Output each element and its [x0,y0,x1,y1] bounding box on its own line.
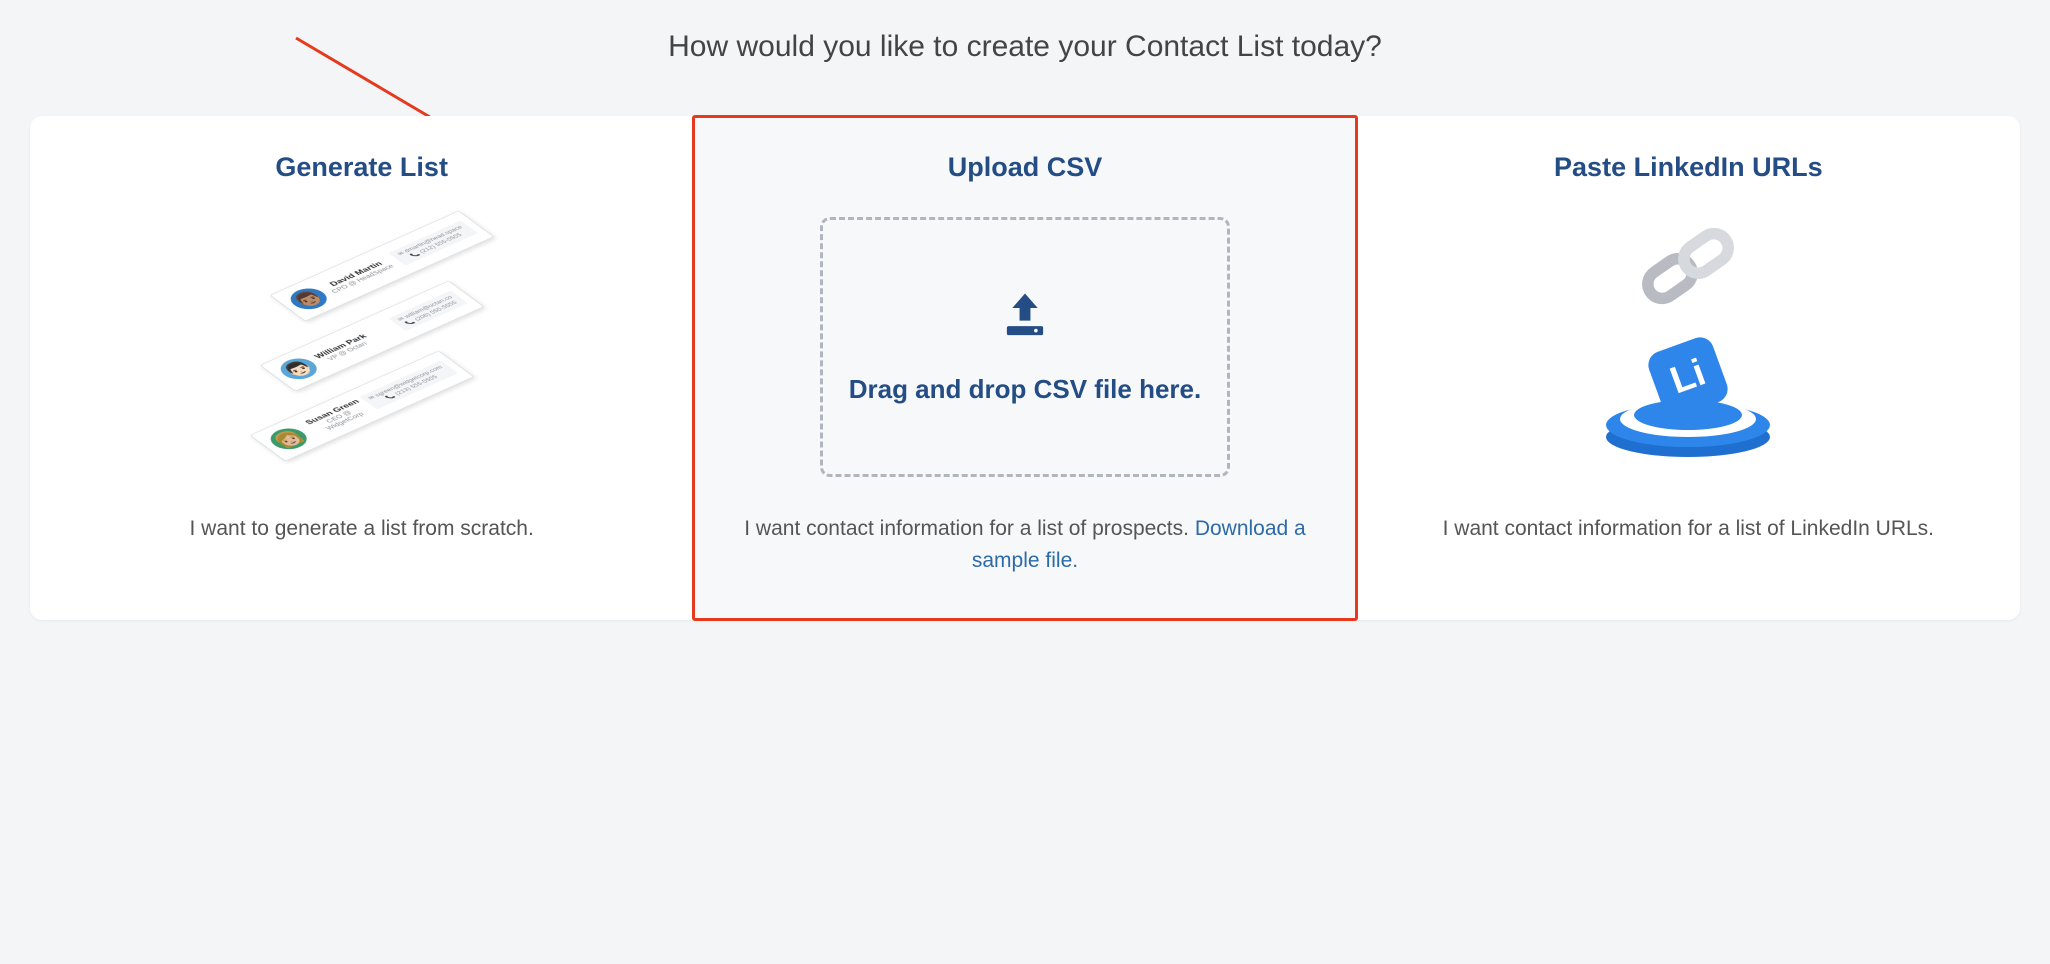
option-generate-description: I want to generate a list from scratch. [64,513,659,545]
contact-details: sgreen@widgetcorp.com (213) 555-5555 [359,361,457,410]
avatar-icon: 👩🏼 [263,424,314,453]
contact-details: dmartin@head.space (212) 555-5555 [388,221,477,266]
linkedin-badge-icon: Li [1597,329,1779,459]
csv-dropzone[interactable]: Drag and drop CSV file here. [820,217,1230,477]
upload-desc-text: I want contact information for a list of… [744,517,1195,540]
contact-details: william@octan.co (206) 555-5555 [389,291,468,331]
page-root: How would you like to create your Contac… [0,0,2050,964]
option-upload-csv[interactable]: Upload CSV Drag and drop CSV file here. … [693,116,1356,620]
option-upload-title: Upload CSV [727,152,1322,183]
dropzone-text: Drag and drop CSV file here. [849,373,1202,406]
contact-phone: (213) 555-5555 [372,369,450,406]
option-generate-title: Generate List [64,152,659,183]
avatar-icon: 👨🏽 [283,284,334,313]
contact-email: sgreen@widgetcorp.com [366,365,444,402]
option-row: Generate List 👨🏽 David Martin CPO @ Head… [30,116,2020,620]
linkedin-illustration: Li [1391,207,1986,487]
upload-csv-illustration: Drag and drop CSV file here. [727,207,1322,487]
avatar-icon: 👨🏻 [273,354,324,383]
option-paste-linkedin[interactable]: Paste LinkedIn URLs [1357,116,2020,620]
option-linkedin-title: Paste LinkedIn URLs [1391,152,1986,183]
option-upload-description: I want contact information for a list of… [727,513,1322,576]
page-title: How would you like to create your Contac… [30,30,2020,64]
generate-list-illustration: 👨🏽 David Martin CPO @ HeadSpace dmartin@… [64,207,659,487]
option-linkedin-description: I want contact information for a list of… [1391,513,1986,545]
upload-icon [996,288,1054,351]
contact-cards-stack: 👨🏽 David Martin CPO @ HeadSpace dmartin@… [222,217,502,477]
chain-link-icon [1629,223,1747,314]
option-generate-list[interactable]: Generate List 👨🏽 David Martin CPO @ Head… [30,116,693,620]
